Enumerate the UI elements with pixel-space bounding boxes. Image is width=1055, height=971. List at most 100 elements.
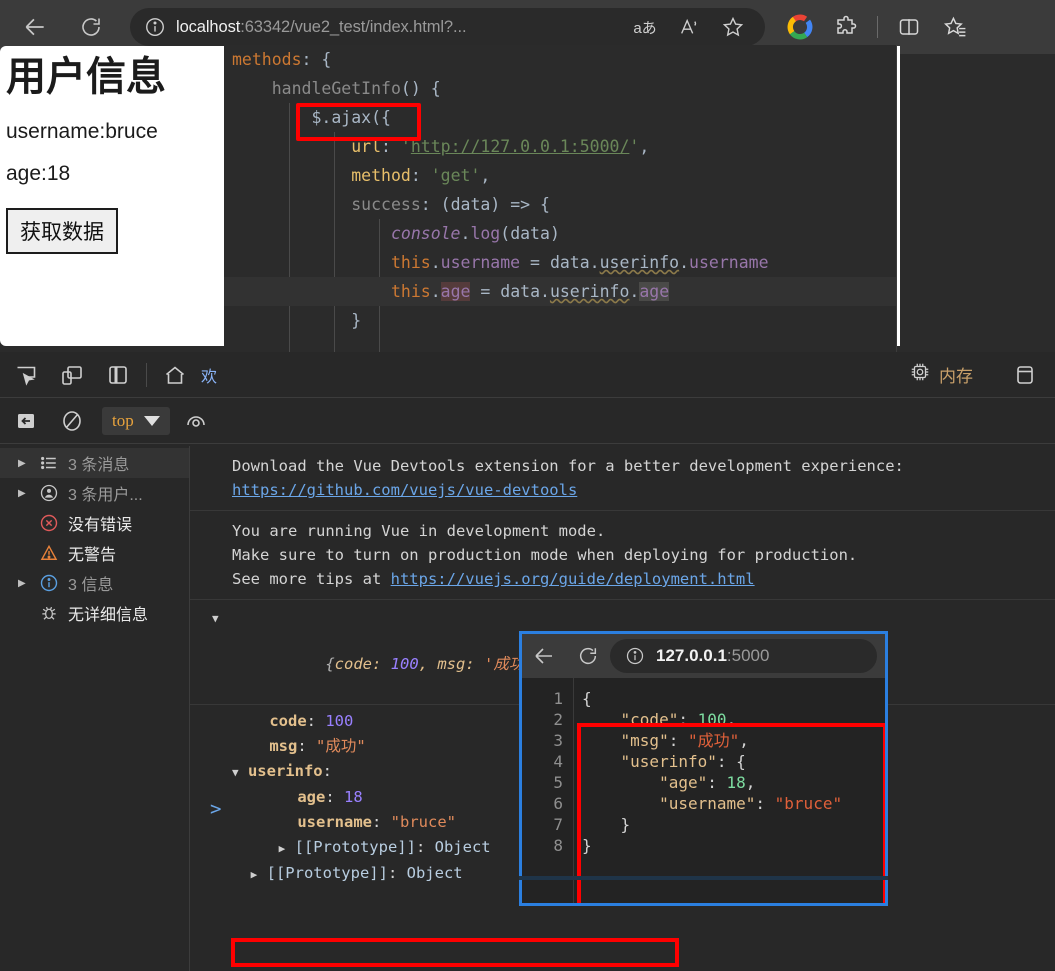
expand-twisty-icon[interactable]: ▼ bbox=[232, 766, 239, 779]
console-message: You are running Vue in development mode.… bbox=[190, 511, 1055, 600]
home-icon bbox=[155, 357, 195, 393]
chevron-right-icon[interactable]: ▶ bbox=[18, 488, 30, 499]
chevron-down-icon bbox=[143, 415, 160, 426]
mini-browser-window: 127.0.0.1:5000 1 2 3 4 5 6 7 8 { "code":… bbox=[519, 631, 888, 906]
code-line: methods: { bbox=[232, 50, 332, 69]
json-viewer: 1 2 3 4 5 6 7 8 { "code": 100, "msg": "成… bbox=[522, 678, 885, 903]
tree-value: Object bbox=[434, 838, 491, 856]
console-prompt[interactable]: > bbox=[210, 798, 221, 820]
address-bar[interactable]: localhost:63342/vue2_test/index.html?...… bbox=[130, 8, 765, 46]
line-number: 2 bbox=[553, 710, 563, 729]
code-line-active: this.age = data.userinfo.age bbox=[224, 277, 896, 306]
sidebar-item-label: 没有错误 bbox=[68, 517, 133, 534]
sidebar-item-verbose[interactable]: ▶ 无详细信息 bbox=[0, 598, 189, 628]
message-text: Download the Vue Devtools extension for … bbox=[232, 457, 904, 475]
devtools-toolbar-right: 内存 bbox=[909, 352, 1055, 397]
google-colored-icon[interactable] bbox=[779, 6, 821, 48]
error-circle-icon bbox=[38, 513, 60, 533]
screenshot-root: localhost:63342/vue2_test/index.html?...… bbox=[0, 0, 1055, 971]
fetch-data-button[interactable]: 获取数据 bbox=[6, 208, 118, 254]
tree-sep: : bbox=[297, 737, 316, 755]
split-screen-icon[interactable] bbox=[888, 6, 930, 48]
code-line: } bbox=[351, 311, 362, 330]
line-number: 5 bbox=[553, 773, 563, 792]
mini-url-port: :5000 bbox=[726, 646, 770, 665]
mini-url-host: 127.0.0.1 bbox=[656, 646, 727, 665]
mini-address-bar-text: 127.0.0.1:5000 bbox=[652, 646, 769, 666]
line-number: 6 bbox=[553, 794, 563, 813]
toolbar-divider bbox=[146, 362, 147, 387]
dock-panel-icon[interactable] bbox=[98, 357, 138, 393]
info-circle-icon[interactable] bbox=[140, 16, 170, 38]
devtools-main-toolbar: 欢 内存 bbox=[0, 352, 1055, 398]
translate-icon[interactable]: aあ bbox=[623, 17, 667, 38]
warning-triangle-icon bbox=[38, 543, 60, 563]
memory-tab[interactable]: 内存 bbox=[909, 361, 973, 388]
reload-icon[interactable] bbox=[70, 6, 112, 48]
sidebar-item-user-messages[interactable]: ▶ 3 条用户... bbox=[0, 478, 189, 508]
code-line: url: 'http://127.0.0.1:5000/', bbox=[351, 137, 650, 156]
home-tab[interactable]: 欢 bbox=[155, 357, 217, 393]
eye-preserve-log-icon[interactable] bbox=[176, 403, 216, 439]
clear-console-icon[interactable] bbox=[6, 403, 46, 439]
expand-twisty-icon[interactable]: ▶ bbox=[279, 842, 286, 855]
tree-value: "成功" bbox=[316, 737, 366, 755]
memory-chip-icon bbox=[909, 361, 931, 388]
console-toolbar: top bbox=[0, 398, 1055, 444]
vue-devtools-link[interactable]: https://github.com/vuejs/vue-devtools bbox=[232, 481, 577, 499]
code-line: handleGetInfo() { bbox=[271, 79, 441, 98]
info-circle-icon[interactable] bbox=[618, 646, 652, 666]
execution-context-selector[interactable]: top bbox=[102, 406, 170, 435]
sidebar-item-all-messages[interactable]: ▶ 3 条消息 bbox=[0, 448, 189, 478]
tree-sep: : bbox=[325, 788, 344, 806]
line-number: 4 bbox=[553, 752, 563, 771]
url-rest: :63342/vue2_test/index.html?... bbox=[240, 17, 467, 36]
read-aloud-icon[interactable] bbox=[667, 16, 711, 38]
sidebar-item-label: 3 信息 bbox=[68, 577, 114, 594]
tree-key: age bbox=[297, 788, 326, 806]
sidebar-item-info[interactable]: ▶ 3 信息 bbox=[0, 568, 189, 598]
collections-star-icon[interactable] bbox=[934, 6, 976, 48]
object-key-msg: , msg: bbox=[418, 655, 484, 673]
chevron-right-icon[interactable]: ▶ bbox=[18, 578, 30, 589]
tree-value: 100 bbox=[325, 712, 354, 730]
tree-key: code bbox=[269, 712, 307, 730]
prompt-caret-icon: > bbox=[210, 798, 222, 820]
message-text: You are running Vue in development mode. bbox=[232, 522, 606, 540]
console-message: Download the Vue Devtools extension for … bbox=[190, 446, 1055, 511]
device-toolbar-icon[interactable] bbox=[52, 357, 92, 393]
inspect-element-icon[interactable] bbox=[6, 357, 46, 393]
url-host: localhost bbox=[176, 17, 241, 36]
puzzle-piece-icon[interactable] bbox=[825, 6, 867, 48]
address-bar-text[interactable]: localhost:63342/vue2_test/index.html?... bbox=[170, 18, 623, 37]
sidebar-item-label: 3 条消息 bbox=[68, 457, 130, 474]
sidebar-item-errors[interactable]: ▶ 没有错误 bbox=[0, 508, 189, 538]
tree-sep: : bbox=[371, 813, 391, 831]
chevron-right-icon[interactable]: ▶ bbox=[18, 458, 30, 469]
mini-address-bar[interactable]: 127.0.0.1:5000 bbox=[610, 639, 877, 673]
star-icon[interactable] bbox=[711, 15, 755, 39]
no-entry-icon[interactable] bbox=[52, 403, 92, 439]
back-arrow-icon[interactable] bbox=[14, 6, 56, 48]
home-tab-label: 欢 bbox=[201, 368, 218, 386]
browser-action-icons bbox=[779, 6, 976, 48]
tree-key: msg bbox=[269, 737, 298, 755]
back-arrow-icon[interactable] bbox=[522, 644, 566, 668]
line-number: 1 bbox=[553, 689, 563, 708]
expand-twisty-icon[interactable]: ▶ bbox=[251, 868, 258, 881]
vue-deployment-link[interactable]: https://vuejs.org/guide/deployment.html bbox=[391, 570, 755, 588]
console-sidebar: ▶ 3 条消息 ▶ 3 条用户... 没有错误 无警告 ▶ 3 信息 无详细信息 bbox=[0, 446, 190, 971]
code-line: $.ajax({ bbox=[311, 108, 391, 127]
reload-icon[interactable] bbox=[566, 645, 610, 667]
tree-key: [[Prototype]] bbox=[266, 864, 388, 882]
tree-key: username bbox=[297, 813, 372, 831]
drawer-panel-icon[interactable] bbox=[1005, 357, 1045, 393]
bug-icon bbox=[38, 603, 60, 623]
line-number: 8 bbox=[553, 836, 563, 855]
tree-sep: : bbox=[415, 838, 435, 856]
mini-window-shadow bbox=[519, 876, 888, 880]
tree-value: 18 bbox=[344, 788, 363, 806]
line-number: 7 bbox=[553, 815, 563, 834]
sidebar-item-warnings[interactable]: ▶ 无警告 bbox=[0, 538, 189, 568]
expand-twisty-icon[interactable]: ▼ bbox=[212, 607, 219, 631]
